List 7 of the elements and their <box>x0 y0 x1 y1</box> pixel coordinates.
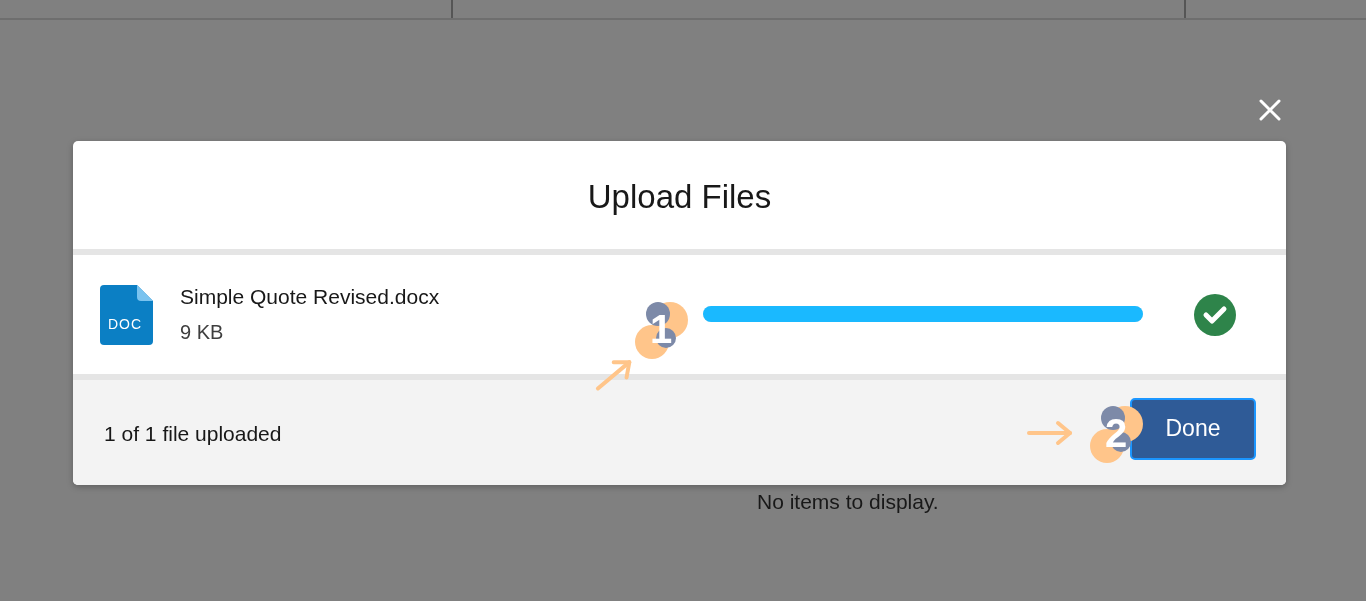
done-button[interactable]: Done <box>1130 397 1256 460</box>
file-type-label: DOC <box>108 316 143 332</box>
upload-status: 1 of 1 file uploaded <box>104 421 282 446</box>
file-size: 9 KB <box>180 321 225 344</box>
file-name: Simple Quote Revised.docx <box>180 285 441 309</box>
dialog-title: Upload Files <box>587 177 772 216</box>
empty-message: No items to display. <box>757 490 939 514</box>
